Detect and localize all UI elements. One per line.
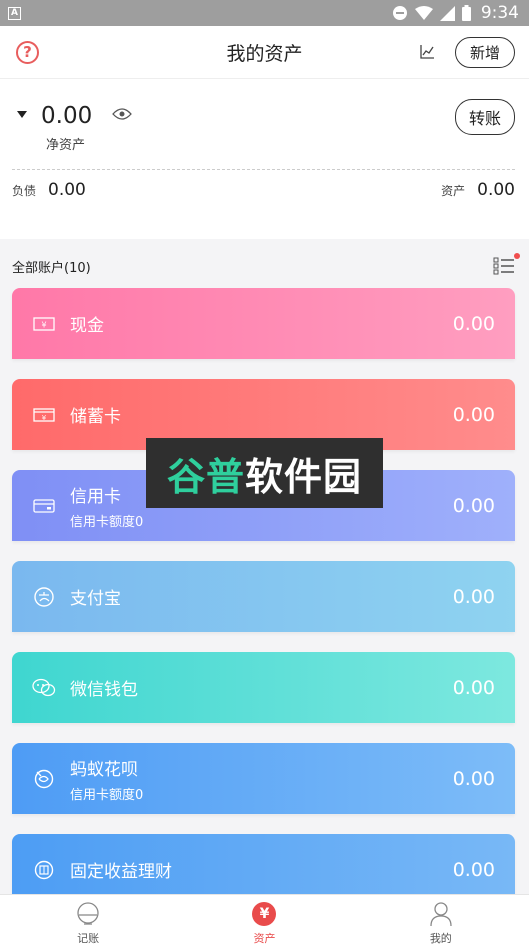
asset-summary: 0.00 净资产 转账 负债 0.00 资产 0.00 [0, 79, 529, 239]
signal-icon [439, 5, 455, 21]
battery-icon [461, 5, 471, 21]
alipay-icon [32, 585, 56, 609]
savings-card-icon: ¥ [32, 403, 56, 427]
account-name: 蚂蚁花呗 [70, 759, 138, 780]
top-nav-bar: ? 我的资产 新增 [0, 26, 529, 79]
notification-a-icon: A [8, 6, 21, 20]
eye-icon[interactable] [112, 108, 133, 120]
cash-icon: ¥ [32, 312, 56, 336]
account-card-wechat[interactable]: 微信钱包 0.00 [12, 652, 515, 723]
trend-chart-icon[interactable] [419, 44, 435, 60]
wechat-icon [32, 676, 56, 700]
add-account-button[interactable]: 新增 [454, 36, 515, 68]
account-amount: 0.00 [452, 585, 495, 608]
account-name: 储蓄卡 [70, 407, 121, 427]
account-list: ¥ 现金 0.00 ¥ 储蓄卡 0.00 信用卡 信用卡额度0 0.00 支付宝 [0, 288, 529, 905]
huabei-icon [32, 767, 56, 791]
svg-text:¥: ¥ [42, 414, 47, 422]
transfer-button[interactable]: 转账 [454, 99, 515, 135]
tab-label: 记账 [77, 932, 100, 945]
notification-dot [514, 253, 520, 259]
tab-label: 我的 [429, 932, 452, 945]
fixed-income-icon [32, 858, 56, 882]
account-amount: 0.00 [452, 767, 495, 790]
watermark-part2: 软件 [244, 454, 323, 499]
bookkeeping-icon [75, 901, 101, 927]
bottom-tab-bar: 记账 ¥ 资产 我的 [0, 894, 529, 947]
tab-label: 资产 [253, 932, 276, 945]
status-bar: A 9:34 [0, 0, 529, 26]
net-assets-value: 0.00 [41, 103, 93, 129]
status-time: 9:34 [480, 3, 519, 23]
account-amount: 0.00 [452, 403, 495, 426]
account-card-alipay[interactable]: 支付宝 0.00 [12, 561, 515, 632]
account-card-huabei[interactable]: 蚂蚁花呗 信用卡额度0 0.00 [12, 743, 515, 814]
account-name: 微信钱包 [70, 680, 138, 700]
accounts-section-header: 全部账户(10) [0, 244, 529, 288]
watermark-overlay: 谷普 软件园 [146, 438, 383, 508]
assets-yen-icon: ¥ [251, 901, 277, 927]
account-credit-limit: 信用卡额度0 [70, 514, 144, 530]
tab-bookkeeping[interactable]: 记账 [0, 895, 176, 947]
wifi-icon [414, 5, 433, 20]
asset-value: 0.00 [477, 180, 515, 200]
asset-label: 资产 [441, 183, 466, 198]
tab-assets[interactable]: ¥ 资产 [176, 895, 352, 947]
account-credit-limit: 信用卡额度0 [70, 787, 144, 803]
account-name: 固定收益理财 [70, 862, 172, 882]
expand-caret-icon[interactable] [17, 111, 27, 118]
summary-divider [12, 169, 515, 170]
user-profile-icon [428, 901, 454, 927]
account-name: 支付宝 [70, 589, 121, 609]
help-icon[interactable]: ? [16, 40, 39, 64]
account-amount: 0.00 [452, 312, 495, 335]
account-amount: 0.00 [452, 858, 495, 881]
accounts-section-title: 全部账户(10) [12, 260, 91, 276]
liability-value: 0.00 [48, 180, 86, 200]
account-amount: 0.00 [452, 494, 495, 517]
credit-card-icon [32, 494, 56, 518]
watermark-part3: 园 [323, 454, 363, 499]
list-view-icon[interactable] [493, 253, 520, 275]
do-not-disturb-icon [392, 6, 407, 20]
net-assets-label: 净资产 [46, 138, 86, 153]
watermark-part1: 谷普 [166, 454, 245, 499]
tab-mine[interactable]: 我的 [353, 895, 529, 947]
account-amount: 0.00 [452, 676, 495, 699]
svg-text:¥: ¥ [41, 320, 46, 329]
account-card-cash[interactable]: ¥ 现金 0.00 [12, 288, 515, 359]
liability-label: 负债 [12, 183, 37, 198]
account-name: 现金 [70, 316, 104, 336]
